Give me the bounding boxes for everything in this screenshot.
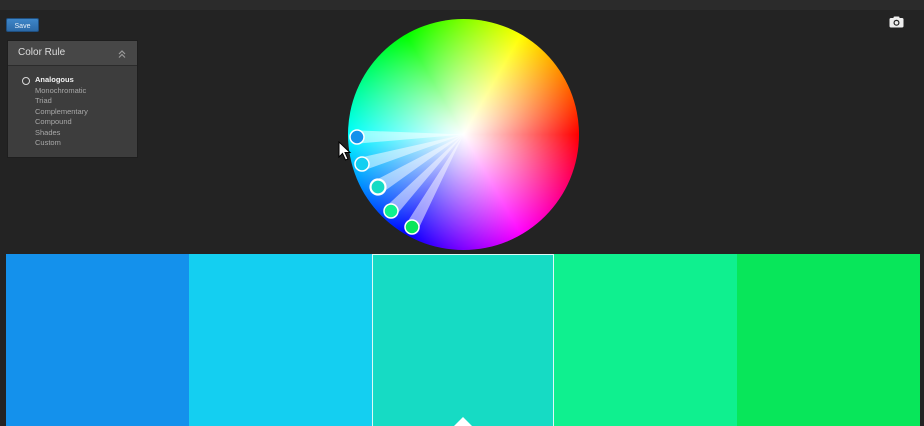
rule-option-label: Custom [35,138,61,147]
swatch-row [6,254,920,426]
color-rule-list: Analogous Monochromatic Triad Complementary… [8,75,88,149]
radio-selected-icon [22,77,30,85]
camera-button[interactable] [889,15,904,28]
color-wheel[interactable] [348,19,579,250]
color-rule-panel: Color Rule Analogous Monochromatic Triad Co… [7,40,138,158]
color-handle-1[interactable] [349,129,365,145]
wheel-markers [349,129,464,235]
color-swatch-1[interactable] [6,254,189,426]
save-button[interactable]: Save [6,18,39,32]
base-color-marker-icon [453,417,472,426]
rule-option-triad[interactable]: Triad [8,96,88,107]
rule-option-label: Triad [35,96,52,105]
rule-option-label: Monochromatic [35,85,87,95]
mouse-pointer-icon [338,141,352,161]
rule-option-analogous[interactable]: Analogous [8,75,88,86]
panel-title: Color Rule [18,47,66,58]
camera-icon [889,16,904,28]
rule-option-label: Analogous [35,75,74,84]
rule-option-compound[interactable]: Compound [8,117,88,128]
rule-option-custom[interactable]: Custom [8,138,88,149]
color-swatch-5[interactable] [737,254,920,426]
color-handle-5[interactable] [404,219,420,235]
rule-option-label: Complementary [35,106,88,116]
color-swatch-2[interactable] [188,254,372,426]
color-handle-3[interactable] [369,178,387,196]
chevron-double-up-icon[interactable] [116,47,128,59]
panel-header: Color Rule [8,41,137,66]
rule-option-label: Shades [35,127,61,137]
top-bar [0,0,924,10]
rule-option-label: Compound [35,117,72,126]
color-handle-4[interactable] [383,203,399,219]
rule-option-shades[interactable]: Shades [8,128,88,139]
rule-option-monochromatic[interactable]: Monochromatic [8,86,88,97]
rule-option-complementary[interactable]: Complementary [8,107,88,118]
handle-beam-1 [356,130,464,144]
color-swatch-3[interactable] [371,254,555,426]
color-swatch-4[interactable] [554,254,738,426]
color-handle-2[interactable] [354,156,370,172]
